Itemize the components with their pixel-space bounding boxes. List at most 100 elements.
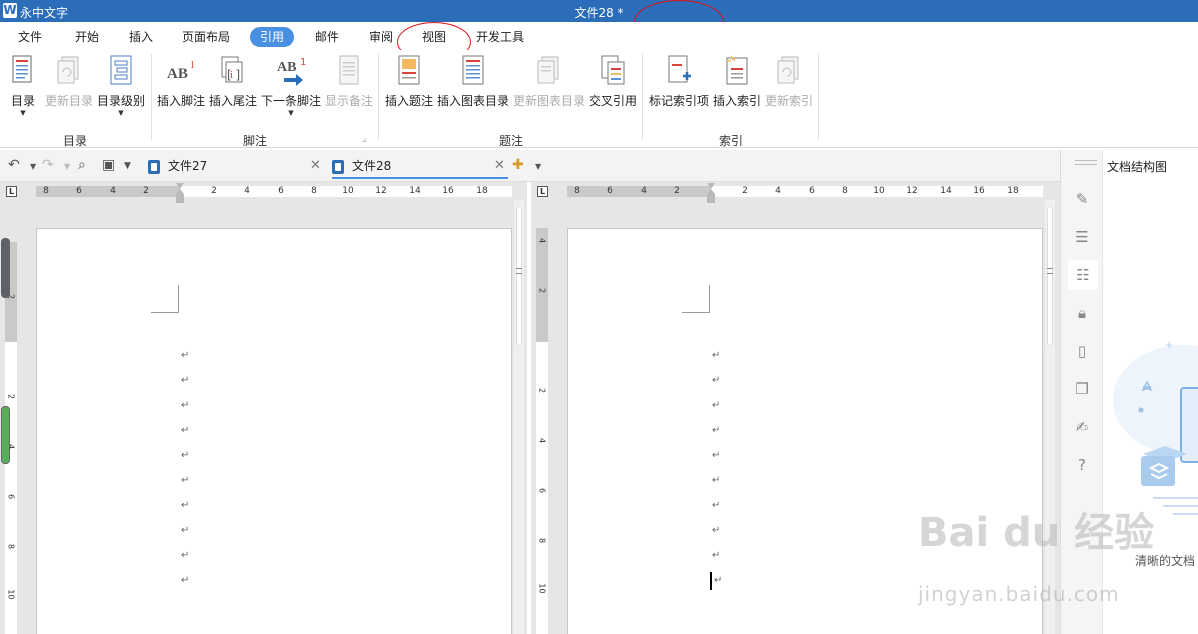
clipboard-icon[interactable]: ▯	[1073, 342, 1091, 360]
vertical-scrollbar[interactable]	[514, 200, 524, 634]
document-structure-panel: 文档结构图 清晰的文档	[1102, 150, 1198, 634]
tab-file[interactable]: 文件	[18, 27, 42, 47]
split-handle-icon[interactable]	[516, 268, 522, 274]
paragraph-mark: ↵	[712, 550, 721, 561]
vertical-ruler: 4 2 2 4 6 8 10	[536, 228, 548, 634]
tab-mailings[interactable]: 邮件	[315, 27, 339, 47]
ruler-number: 18	[1007, 186, 1019, 196]
ruler-number: 10	[342, 186, 354, 196]
undo-icon[interactable]: ↶	[8, 157, 20, 173]
paragraph-mark: ↵	[181, 400, 190, 411]
ruler-number: 12	[375, 186, 387, 196]
sidebar-handle[interactable]	[1, 238, 10, 298]
pen-icon[interactable]: ✎	[1073, 190, 1091, 208]
settings-sliders-icon[interactable]: ☰	[1073, 228, 1091, 246]
tab-document-27[interactable]: 文件27 ✕	[148, 152, 324, 180]
ruler-number: 6	[278, 186, 284, 196]
insert-figure-toc-button[interactable]: 插入图表目录	[437, 54, 509, 109]
horizontal-ruler: L 8 6 4 2 2 4 6 8 10 12 14 16 18	[0, 182, 527, 203]
print-preview-icon[interactable]: ⌕	[78, 157, 86, 173]
toc-button[interactable]: 目录 ▼	[8, 54, 38, 117]
scrollbar-thumb[interactable]	[516, 206, 522, 346]
tab-insert[interactable]: 插入	[129, 27, 153, 47]
toc-label: 目录	[10, 94, 35, 108]
group-separator	[151, 54, 152, 140]
show-notes-icon	[335, 54, 363, 88]
ruler-number: 8	[574, 186, 580, 196]
ruler-number: 14	[940, 186, 952, 196]
next-footnote-button[interactable]: AB 1 下一条脚注 ▼	[261, 54, 321, 117]
show-notes-button[interactable]: 显示备注	[325, 54, 373, 109]
editor-pane-left: L 8 6 4 2 2 4 6 8 10 12 14 16 18 2 2 4 6…	[0, 182, 527, 634]
ruler-number: 2	[6, 393, 16, 400]
ruler-number: 4	[244, 186, 250, 196]
help-icon[interactable]: ?	[1073, 456, 1091, 474]
tab-document-28[interactable]: 文件28 ✕	[332, 152, 508, 180]
insert-index-button[interactable]: 插入索引	[712, 54, 762, 109]
chevron-down-icon[interactable]: ▼	[64, 162, 70, 171]
copy-icon[interactable]: ❐	[1073, 380, 1091, 398]
ruler-number: 2	[143, 186, 149, 196]
document-icon	[148, 159, 160, 174]
insert-figure-toc-label: 插入图表目录	[437, 94, 510, 108]
ruler-number: 6	[6, 493, 16, 500]
save-icon[interactable]: ▣	[102, 157, 115, 173]
ruler-number: 2	[211, 186, 217, 196]
sidebar-handle-green[interactable]	[1, 406, 10, 464]
svg-text:1: 1	[300, 57, 306, 68]
group-separator	[378, 54, 379, 140]
customize-toolbar-icon[interactable]: ▼	[124, 161, 131, 171]
ruler-number: 4	[110, 186, 116, 196]
paragraph-mark: ↵	[181, 500, 190, 511]
insert-footnote-button[interactable]: AB 1 插入脚注	[157, 54, 205, 109]
update-toc-button[interactable]: 更新目录	[44, 54, 94, 109]
ruler-number: 6	[76, 186, 82, 196]
close-icon[interactable]: ✕	[310, 152, 321, 180]
next-footnote-label: 下一条脚注	[261, 94, 322, 108]
tab-stop-selector[interactable]: L	[6, 186, 17, 197]
insert-endnote-button[interactable]: i[ ] 插入尾注	[209, 54, 257, 109]
redo-icon[interactable]: ↷	[42, 157, 54, 173]
insert-caption-button[interactable]: 插入题注	[385, 54, 433, 109]
mark-index-entry-button[interactable]: 标记索引项	[648, 54, 710, 109]
scrollbar-thumb[interactable]	[1047, 206, 1053, 346]
document-page[interactable]: ↵ ↵ ↵ ↵ ↵ ↵ ↵ ↵ ↵ ↵	[36, 228, 512, 634]
ruler-number: 8	[43, 186, 49, 196]
lock-icon[interactable]: 🔒︎	[1073, 304, 1091, 322]
tab-review[interactable]: 审阅	[369, 27, 393, 47]
close-icon[interactable]: ✕	[494, 152, 505, 180]
new-document-icon[interactable]: ✚	[512, 157, 524, 173]
document-icon	[332, 159, 344, 174]
dialog-launcher-icon[interactable]: ⌟	[362, 134, 366, 144]
ruler-number: 16	[442, 186, 454, 196]
vertical-scrollbar[interactable]	[1045, 200, 1055, 634]
document-page[interactable]: ↵ ↵ ↵ ↵ ↵ ↵ ↵ ↵ ↵ ↵	[567, 228, 1043, 634]
tab-developer[interactable]: 开发工具	[476, 27, 524, 47]
split-handle-icon[interactable]	[1047, 268, 1053, 274]
edit-note-icon[interactable]: ✍	[1073, 418, 1091, 436]
ruler-number: 16	[973, 186, 985, 196]
ruler-number: 4	[775, 186, 781, 196]
menu-bar: 文件 开始 插入 页面布局 引用 邮件 审阅 视图 开发工具	[0, 22, 1198, 50]
ruler-number: 2	[537, 387, 547, 394]
document-structure-icon[interactable]: ☷	[1068, 260, 1098, 290]
update-figure-toc-button[interactable]: 更新图表目录	[513, 54, 585, 109]
ruler-number: 8	[311, 186, 317, 196]
tab-references[interactable]: 引用	[250, 27, 295, 47]
chevron-down-icon[interactable]: ▼	[535, 162, 541, 171]
text-cursor	[710, 572, 712, 590]
baidu-watermark-url: jingyan.baidu.com	[918, 582, 1120, 606]
group-label-index: 索引	[718, 134, 743, 148]
paragraph-mark: ↵	[712, 375, 721, 386]
ribbon: 目录 ▼ 更新目录 目录级别 ▼ AB 1 插入脚注 i[ ] 插入尾注 AB 1 …	[0, 50, 1198, 148]
cross-reference-button[interactable]: 交叉引用	[589, 54, 637, 109]
paragraph-mark: ↵	[714, 575, 723, 586]
chevron-down-icon[interactable]: ▼	[30, 162, 36, 171]
tab-home[interactable]: 开始	[75, 27, 99, 47]
drag-handle-icon[interactable]	[1075, 160, 1097, 165]
update-index-button[interactable]: 更新索引	[764, 54, 814, 109]
toc-level-button[interactable]: 目录级别 ▼	[97, 54, 145, 117]
tab-stop-selector[interactable]: L	[537, 186, 548, 197]
insert-footnote-icon: AB 1	[167, 54, 195, 88]
tab-page-layout[interactable]: 页面布局	[182, 27, 230, 47]
